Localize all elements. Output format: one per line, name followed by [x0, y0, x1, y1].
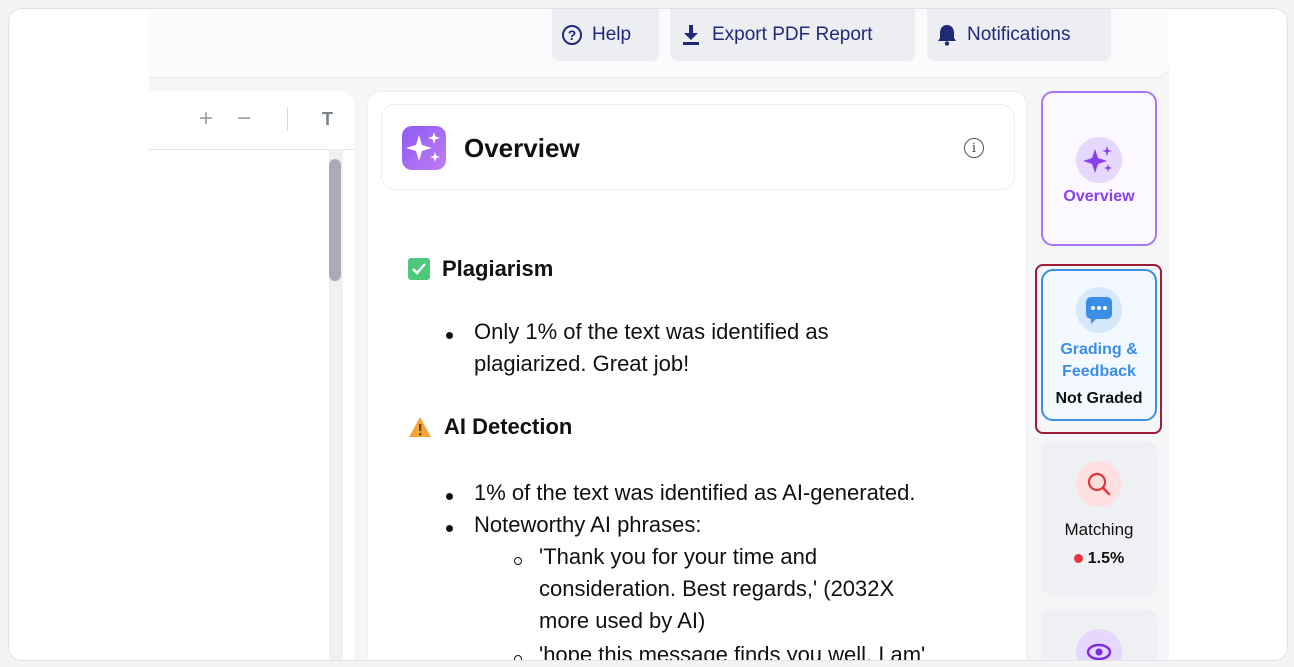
export-pdf-label: Export PDF Report — [712, 24, 873, 45]
ai-bullet-2: Noteworthy AI phrases: — [474, 512, 702, 537]
sparkles-icon — [1076, 137, 1122, 183]
warning-icon — [409, 417, 431, 437]
ai-detection-heading: AI Detection — [408, 414, 572, 440]
rail-matching-button[interactable]: Matching 1.5% — [1041, 441, 1157, 596]
help-button[interactable]: ? Help — [552, 9, 659, 61]
ai-phrase-1-line1: 'Thank you for your time and — [539, 544, 818, 569]
eye-icon — [1076, 629, 1122, 660]
overview-panel: Overview i Plagiarism Only 1% of the tex… — [367, 91, 1027, 660]
status-dot-icon — [1073, 554, 1083, 564]
check-square-icon — [408, 258, 430, 280]
download-icon — [683, 25, 699, 45]
ai-phrase-2-line1: 'hope this message finds you well. I am' — [539, 642, 926, 660]
ai-phrase-1-line3: more used by AI) — [539, 608, 706, 633]
toolbar-divider — [287, 107, 288, 131]
info-icon[interactable]: i — [964, 138, 984, 158]
document-panel: + − T — [149, 91, 354, 660]
grading-highlight-outline — [1035, 264, 1162, 434]
matching-value: 1.5% — [1041, 550, 1157, 568]
bullet-dot — [446, 525, 453, 532]
search-icon — [1076, 461, 1122, 507]
zoom-in-button[interactable]: + — [199, 107, 213, 131]
overview-title: Overview — [464, 133, 580, 163]
bullet-dot — [446, 332, 453, 339]
sparkles-icon — [402, 126, 446, 170]
scrollbar-thumb[interactable] — [329, 159, 341, 281]
rail-view-button[interactable] — [1041, 609, 1157, 660]
plagiarism-heading: Plagiarism — [408, 256, 553, 282]
overview-header: Overview i — [381, 104, 1015, 190]
ai-bullet-1: 1% of the text was identified as AI-gene… — [474, 480, 916, 505]
sub-bullet-circle — [514, 557, 522, 565]
plagiarism-bullet-line1: Only 1% of the text was identified as — [474, 319, 829, 344]
ai-detection-heading-text: AI Detection — [444, 414, 573, 439]
zoom-out-button[interactable]: − — [237, 107, 251, 131]
notifications-label: Notifications — [967, 24, 1071, 45]
rail-overview-button[interactable]: Overview — [1041, 91, 1157, 246]
plagiarism-bullet-line2: plagiarized. Great job! — [474, 351, 690, 376]
ai-phrase-1-line2: consideration. Best regards,' (2032X — [539, 576, 895, 601]
document-toolbar: + − T — [149, 91, 354, 150]
top-bar: ? Help Export PDF Report Notifications — [149, 9, 1169, 78]
help-icon: ? — [562, 25, 582, 45]
plagiarism-heading-text: Plagiarism — [442, 256, 554, 281]
text-tool-button[interactable]: T — [322, 109, 333, 130]
bell-icon — [938, 25, 956, 46]
bullet-dot — [446, 493, 453, 500]
notifications-button[interactable]: Notifications — [927, 9, 1111, 61]
export-pdf-button[interactable]: Export PDF Report — [670, 9, 915, 61]
matching-value-text: 1.5% — [1087, 550, 1125, 567]
sub-bullet-circle — [514, 655, 522, 660]
rail-overview-label: Overview — [1063, 188, 1135, 205]
rail-matching-label: Matching — [1064, 520, 1134, 539]
app-window: ? Help Export PDF Report Notifications +… — [149, 9, 1169, 660]
help-label: Help — [592, 24, 632, 45]
app-frame: ? Help Export PDF Report Notifications +… — [8, 8, 1288, 661]
